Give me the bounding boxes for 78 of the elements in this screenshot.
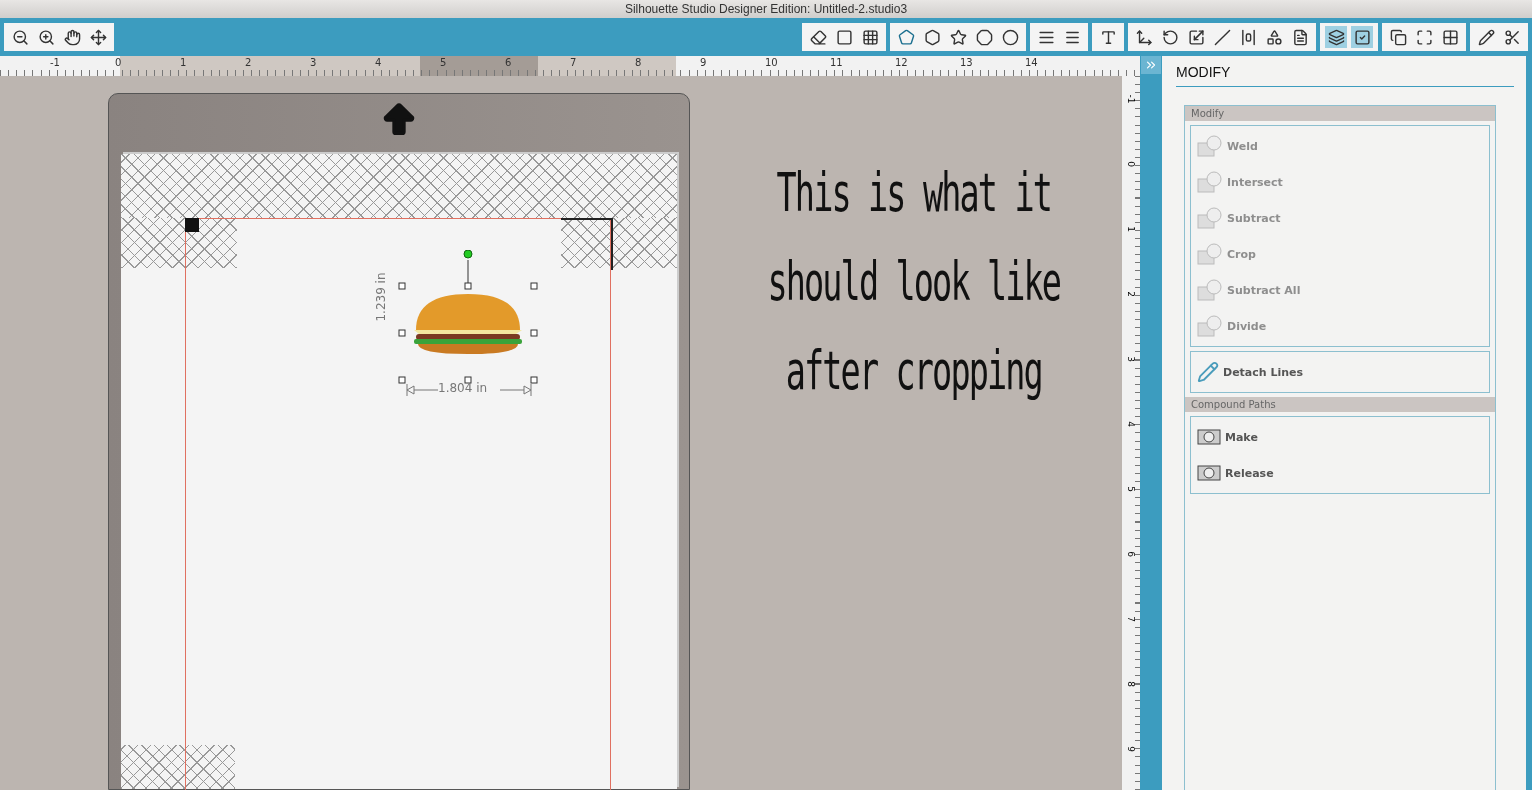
ruler-number: 3 (1126, 356, 1136, 362)
shapes-icon (1197, 207, 1223, 229)
ruler-number: 12 (895, 56, 909, 70)
ruler-number: 11 (830, 56, 844, 70)
ruler-number: 4 (375, 56, 383, 70)
copy-icon (1389, 28, 1407, 46)
ruler-number: 7 (570, 56, 578, 70)
width-dimension: 1.804 in (438, 381, 488, 395)
spacing-icon (1239, 28, 1257, 46)
grid-icon (861, 28, 879, 46)
handwritten-note: This is what it should look like after cropping (766, 160, 1062, 405)
pencil-icon (1197, 361, 1219, 383)
dimension-arrow (406, 384, 438, 396)
ruler-number: 8 (635, 56, 643, 70)
toolbar-icon (63, 28, 81, 46)
letter-icon (1099, 28, 1117, 46)
shapes-icon (1197, 315, 1223, 337)
shapes-icon (1197, 279, 1223, 301)
ruler-number: 9 (1126, 746, 1136, 752)
ruler-number: 6 (505, 56, 513, 70)
pentagon-icon (897, 28, 915, 46)
layers-icon (1327, 28, 1345, 46)
toolbar-icon (89, 28, 107, 46)
slash-icon (1213, 28, 1231, 46)
ruler-number: 1 (1126, 226, 1136, 232)
ruler-number: 3 (310, 56, 318, 70)
section-header: Compound Paths (1185, 397, 1495, 412)
panel-title: MODIFY (1176, 64, 1514, 87)
panel-action[interactable]: Release (1191, 455, 1489, 491)
compound-path-icon (1197, 465, 1221, 481)
window-title: Silhouette Studio Designer Edition: Untitled-2.studio3 (624, 2, 908, 16)
ruler-number: 14 (1025, 56, 1039, 70)
registration-mark (561, 218, 613, 270)
ruler-number: -1 (1126, 94, 1136, 104)
ruler-number: 4 (1126, 421, 1136, 427)
move-icon (1135, 28, 1153, 46)
scissors-icon (1503, 28, 1521, 46)
chevrons-right-icon (1144, 58, 1158, 72)
ruler-number: 1 (180, 56, 188, 70)
section-header: Modify (1185, 106, 1495, 121)
check-square-icon (1353, 28, 1371, 46)
ruler-number: 2 (245, 56, 253, 70)
ruler-number: -1 (50, 56, 61, 70)
circle-icon (1001, 28, 1019, 46)
registration-mark (185, 218, 199, 232)
ruler-number: 13 (960, 56, 974, 70)
pencil-icon (1477, 28, 1495, 46)
hexagon-icon (923, 28, 941, 46)
layers-button[interactable] (1325, 26, 1347, 48)
shapes-icon (1197, 171, 1223, 193)
scale-icon (1187, 28, 1205, 46)
ruler-number: 5 (440, 56, 448, 70)
ruler-number: 6 (1126, 551, 1136, 557)
grid-icon (1441, 28, 1459, 46)
shapes-icon (1197, 135, 1223, 157)
check-square-button[interactable] (1351, 26, 1373, 48)
toolbar-icon (37, 28, 55, 46)
ruler-number: 0 (1126, 161, 1136, 167)
rotate-icon (1161, 28, 1179, 46)
dimension-arrow (500, 384, 532, 396)
toolbar-icon (11, 28, 29, 46)
star-icon (949, 28, 967, 46)
eraser-icon (809, 28, 827, 46)
square-icon (835, 28, 853, 46)
ruler-number: 2 (1126, 291, 1136, 297)
ruler-number: 8 (1126, 681, 1136, 687)
ruler-number: 10 (765, 56, 779, 70)
compound-path-icon (1197, 429, 1221, 445)
page-icon (1291, 28, 1309, 46)
ruler-number: 0 (115, 56, 123, 70)
ruler-number: 7 (1126, 616, 1136, 622)
ruler-number: 9 (700, 56, 708, 70)
frame-icon (1415, 28, 1433, 46)
ruler-number: 5 (1126, 486, 1136, 492)
shapes-icon (1197, 243, 1223, 265)
height-dimension: 1.239 in (373, 272, 388, 322)
shapes-icon (1265, 28, 1283, 46)
panel-action[interactable]: Make (1191, 419, 1489, 455)
